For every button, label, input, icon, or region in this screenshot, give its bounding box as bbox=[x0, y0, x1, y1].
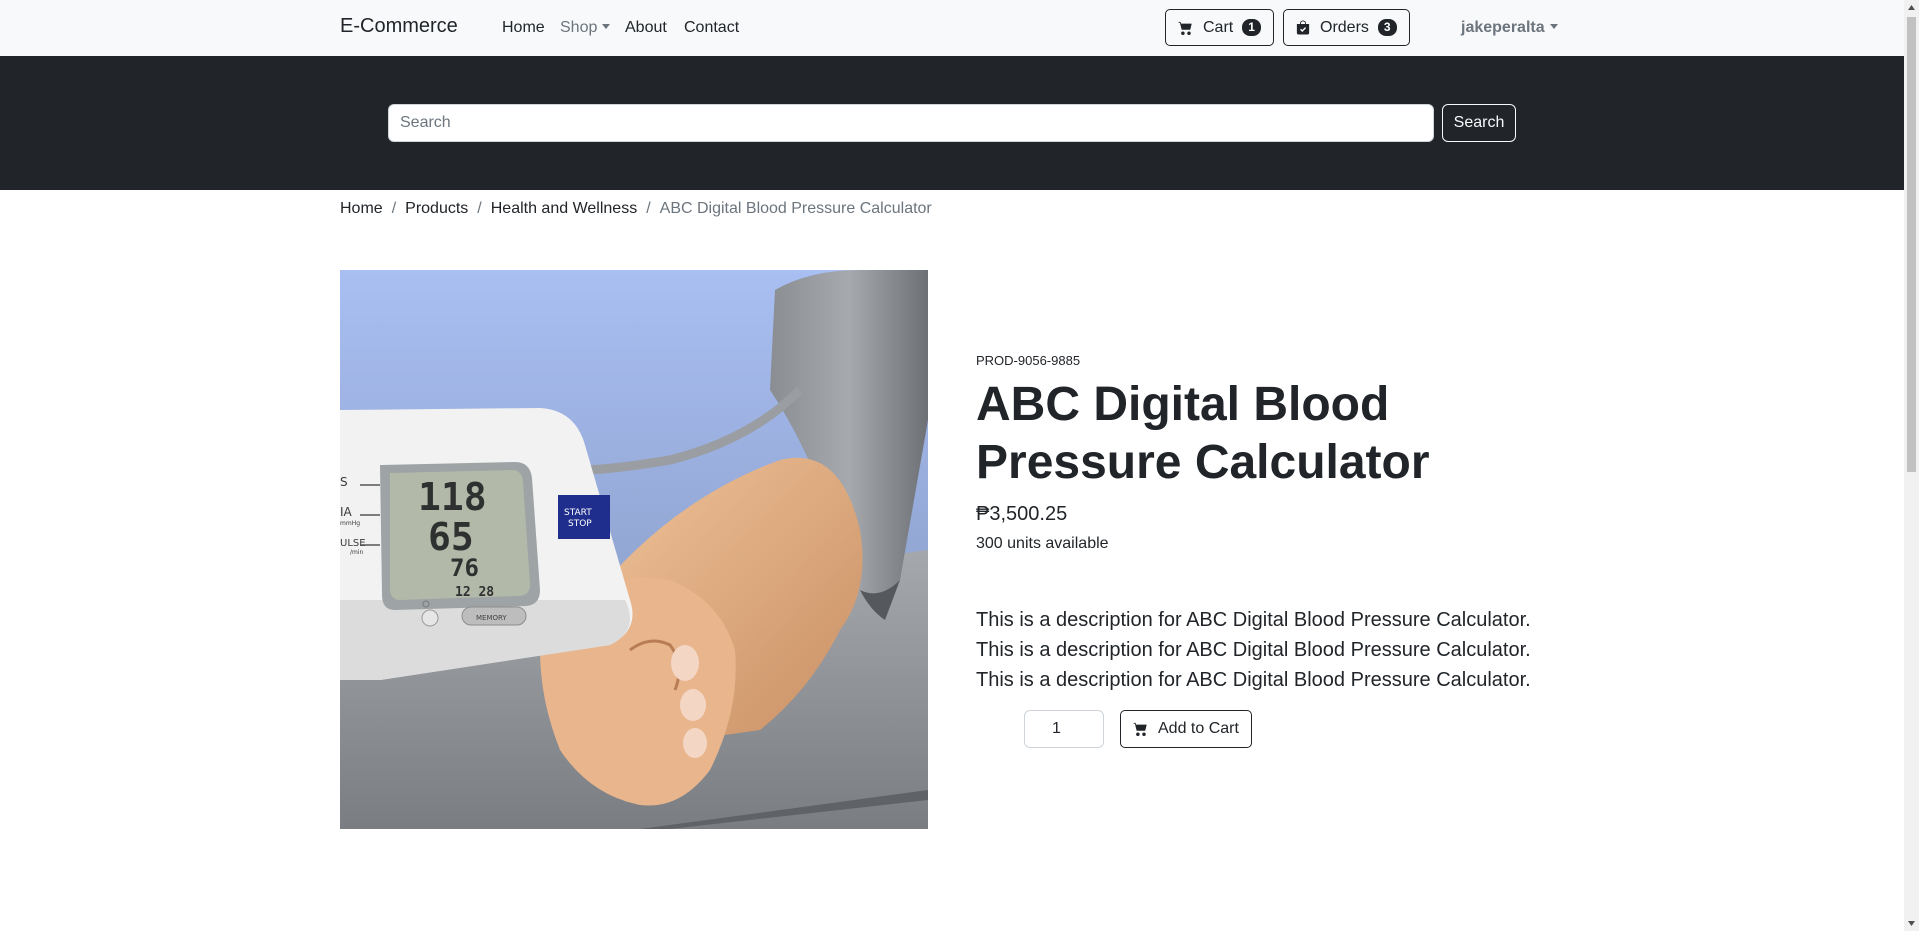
label-dia: IA bbox=[340, 505, 353, 519]
breadcrumb-category[interactable]: Health and Wellness bbox=[491, 200, 637, 218]
username: jakeperalta bbox=[1461, 19, 1545, 36]
orders-count-badge: 3 bbox=[1377, 19, 1397, 36]
bag-check-icon bbox=[1296, 20, 1310, 35]
quantity-input[interactable] bbox=[1024, 710, 1104, 748]
product-price: ₱3,500.25 bbox=[976, 503, 1068, 525]
breadcrumb-current: ABC Digital Blood Pressure Calculator bbox=[659, 200, 932, 217]
orders-label: Orders bbox=[1320, 18, 1369, 36]
add-to-cart-label: Add to Cart bbox=[1158, 720, 1239, 737]
label-sys: S bbox=[340, 475, 348, 489]
label-pulse-unit: /min bbox=[350, 549, 364, 556]
breadcrumb-home[interactable]: Home bbox=[340, 200, 383, 218]
display-clock: 12 28 bbox=[455, 585, 494, 600]
breadcrumb-separator: / bbox=[391, 200, 397, 217]
cart-count-badge: 1 bbox=[1242, 19, 1261, 36]
breadcrumb-separator: / bbox=[477, 200, 482, 217]
page: E-Commerce Home Shop About Contact Cart … bbox=[0, 0, 1904, 931]
navbar: E-Commerce Home Shop About Contact Cart … bbox=[0, 0, 1904, 56]
nav-contact[interactable]: Contact bbox=[684, 19, 739, 37]
search-input[interactable] bbox=[388, 104, 1434, 142]
add-to-cart-button[interactable]: Add to Cart bbox=[1120, 710, 1252, 748]
scrollbar-thumb[interactable] bbox=[1907, 17, 1916, 472]
cart-button[interactable]: Cart 1 bbox=[1165, 9, 1274, 46]
display-systolic: 118 bbox=[418, 475, 487, 519]
scroll-up-arrow-icon[interactable] bbox=[1904, 0, 1919, 15]
breadcrumb: Home / Products / Health and Wellness / … bbox=[340, 200, 932, 218]
nav-shop-label: Shop bbox=[560, 19, 598, 36]
stop-label: STOP bbox=[568, 519, 592, 529]
display-pulse: 76 bbox=[450, 554, 479, 582]
product-stock: 300 units available bbox=[976, 535, 1109, 552]
caret-down-icon bbox=[602, 24, 611, 29]
start-label: START bbox=[564, 508, 592, 518]
brand-link[interactable]: E-Commerce bbox=[340, 15, 458, 38]
caret-down-icon bbox=[1549, 24, 1558, 29]
vertical-scrollbar[interactable] bbox=[1904, 0, 1919, 931]
nav-home[interactable]: Home bbox=[502, 19, 545, 37]
cart-icon bbox=[1178, 21, 1193, 35]
label-pulse: ULSE bbox=[340, 538, 366, 549]
memory-label: MEMORY bbox=[476, 614, 507, 622]
product-title: ABC Digital Blood Pressure Calculator bbox=[976, 378, 1430, 489]
cart-label: Cart bbox=[1203, 18, 1234, 36]
search-band: Search bbox=[0, 56, 1904, 190]
orders-button[interactable]: Orders 3 bbox=[1283, 9, 1410, 46]
product-sku: PROD-9056-9885 bbox=[976, 353, 1081, 368]
product-description: This is a description for ABC Digital Bl… bbox=[976, 609, 1531, 691]
cart-icon bbox=[1133, 722, 1148, 736]
user-menu-dropdown[interactable]: jakeperalta bbox=[1461, 19, 1558, 37]
nav-about[interactable]: About bbox=[625, 19, 667, 37]
nav-shop-dropdown[interactable]: Shop bbox=[560, 19, 611, 37]
breadcrumb-separator: / bbox=[646, 200, 651, 217]
scroll-down-arrow-icon[interactable] bbox=[1904, 916, 1919, 931]
breadcrumb-products[interactable]: Products bbox=[405, 200, 468, 218]
product-image: 118 65 76 12 28 S IA mmHg ULSE /min STAR… bbox=[340, 270, 928, 829]
search-button[interactable]: Search bbox=[1442, 104, 1516, 142]
label-dia-unit: mmHg bbox=[340, 520, 360, 527]
display-diastolic: 65 bbox=[428, 515, 474, 559]
